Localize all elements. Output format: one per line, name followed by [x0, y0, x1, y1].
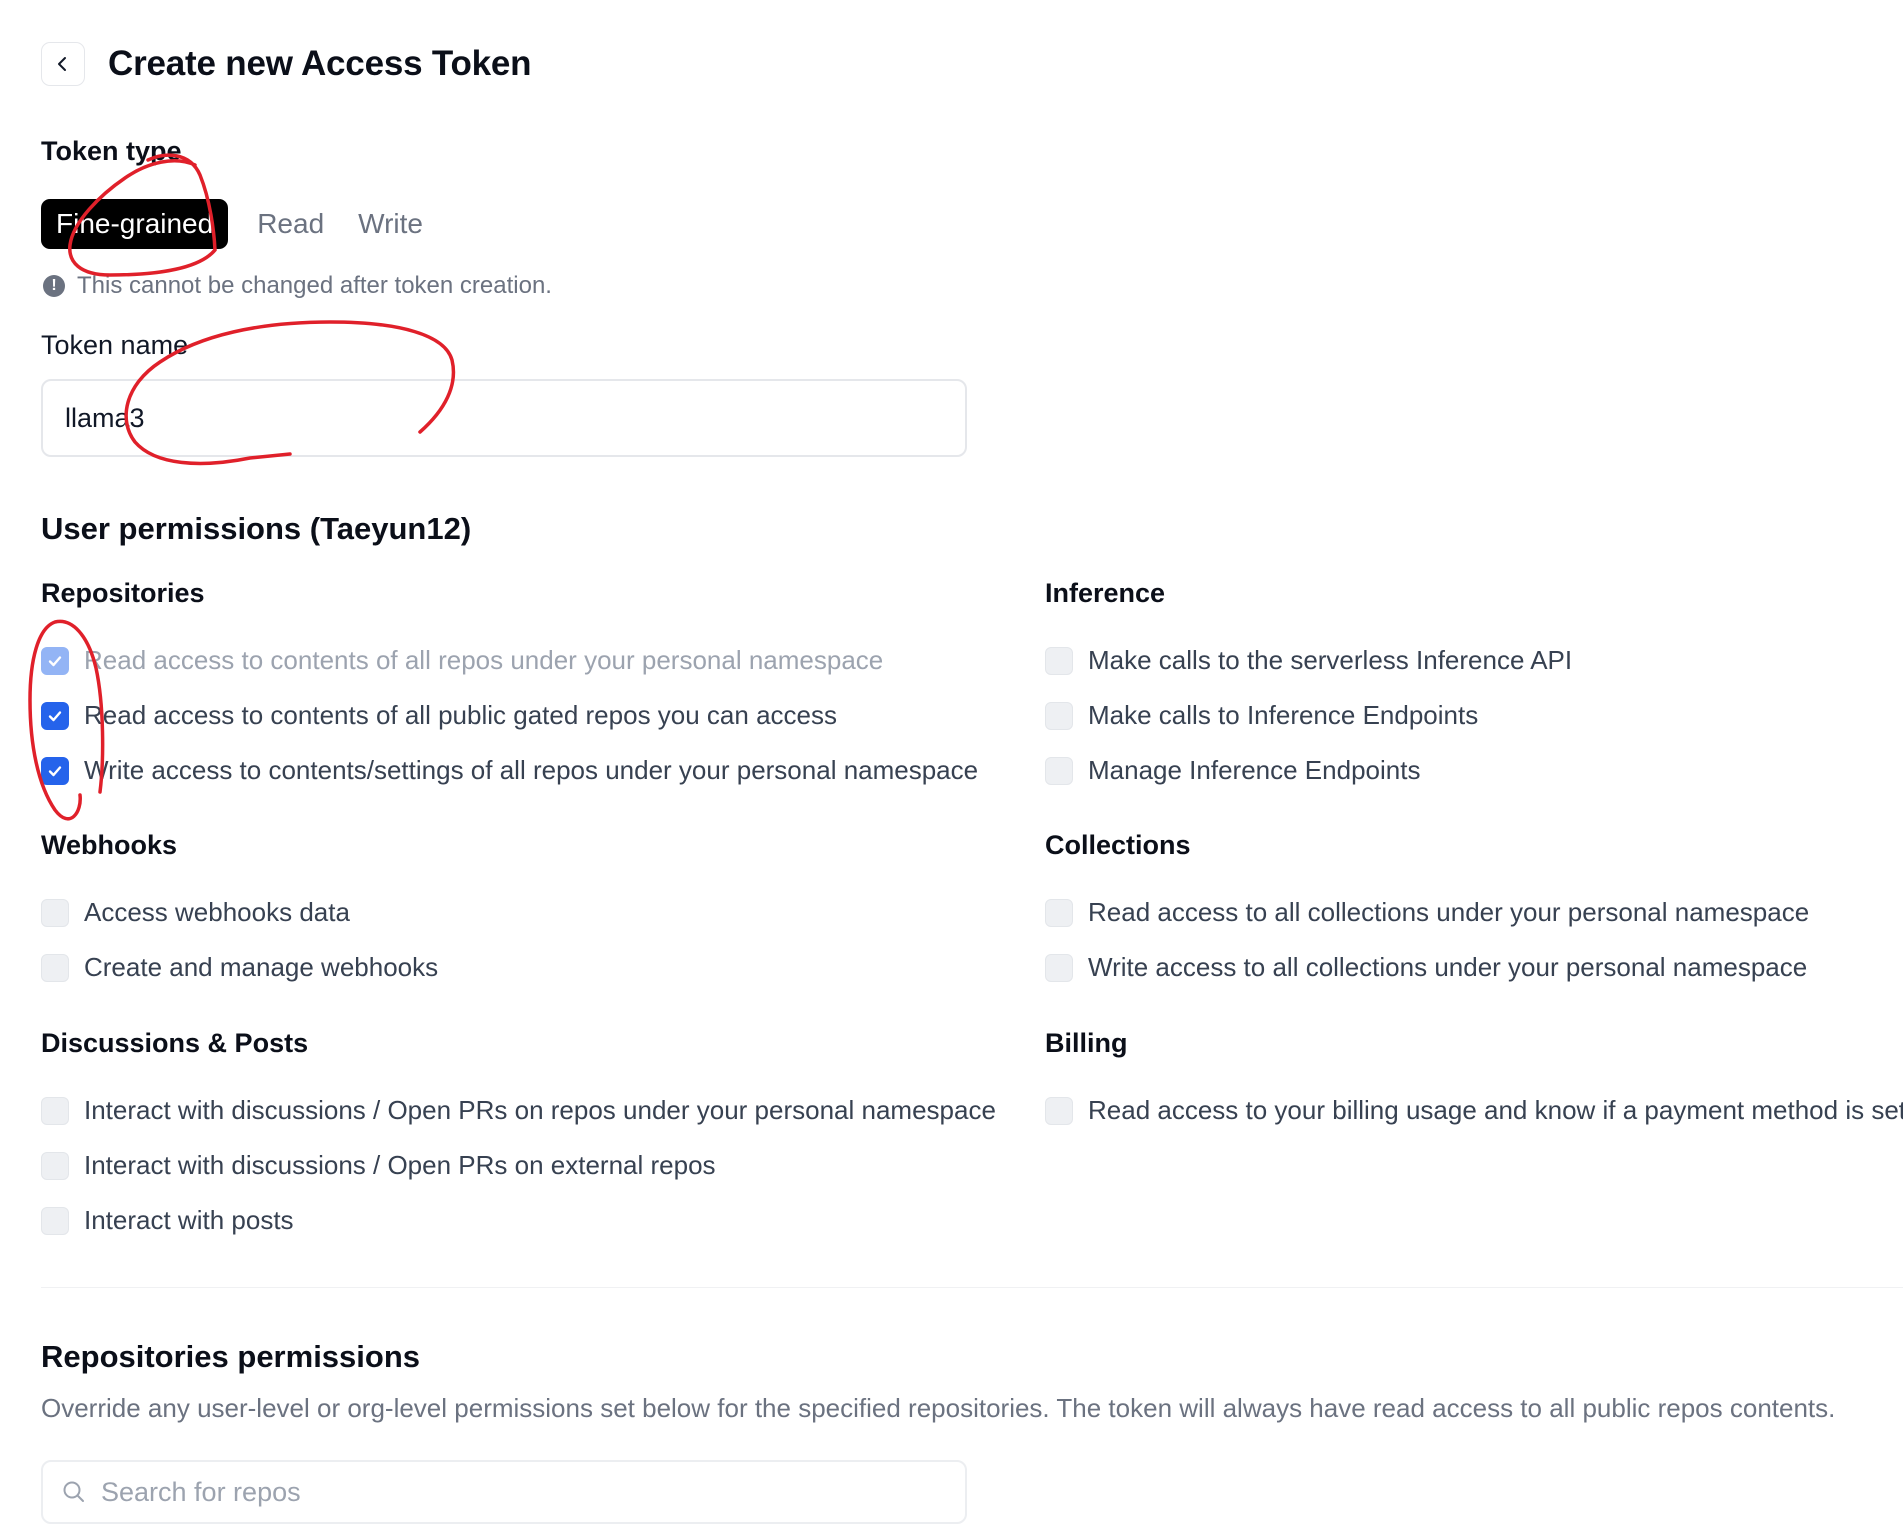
checkbox[interactable]: [41, 898, 69, 927]
perm-billing-read[interactable]: Read access to your billing usage and kn…: [1045, 1095, 1903, 1126]
perm-label: Create and manage webhooks: [84, 952, 439, 982]
repositories-group-title: Repositories: [41, 578, 205, 608]
perm-label: Access webhooks data: [84, 897, 350, 927]
perm-collections-read[interactable]: Read access to all collections under you…: [1045, 897, 1809, 928]
header: Create new Access Token: [41, 40, 532, 88]
page: Create new Access Token Token type Fine-…: [0, 0, 1903, 1530]
checkbox[interactable]: [41, 1206, 69, 1235]
checkbox[interactable]: [41, 1151, 69, 1180]
checkbox[interactable]: [41, 1096, 69, 1125]
check-icon: [48, 655, 62, 666]
search-icon: [63, 1481, 84, 1502]
repositories-permissions-description: Override any user-level or org-level per…: [41, 1393, 1836, 1423]
token-type-note-text: This cannot be changed after token creat…: [77, 272, 552, 299]
checkbox[interactable]: [41, 756, 69, 785]
checkbox[interactable]: [1045, 756, 1073, 785]
webhooks-group-title: Webhooks: [41, 830, 178, 860]
token-type-note: ! This cannot be changed after token cre…: [43, 272, 552, 300]
perm-repos-write[interactable]: Write access to contents/settings of all…: [41, 755, 978, 786]
checkbox[interactable]: [41, 646, 69, 675]
back-button[interactable]: [41, 42, 85, 86]
repo-search-input[interactable]: [101, 1476, 901, 1508]
perm-label: Interact with discussions / Open PRs on …: [84, 1150, 716, 1180]
user-permissions-title: User permissions (Taeyun12): [41, 511, 472, 546]
perm-inference-serverless[interactable]: Make calls to the serverless Inference A…: [1045, 645, 1572, 676]
exclamation-circle-icon: !: [43, 275, 65, 297]
repositories-permissions-title: Repositories permissions: [41, 1339, 421, 1374]
perm-discussions-external[interactable]: Interact with discussions / Open PRs on …: [41, 1150, 716, 1181]
perm-webhooks-manage[interactable]: Create and manage webhooks: [41, 952, 438, 983]
chevron-left-icon: [58, 57, 66, 71]
token-type-tabs: Fine-grained Read Write: [41, 199, 438, 249]
checkbox[interactable]: [1045, 646, 1073, 675]
perm-label: Manage Inference Endpoints: [1088, 755, 1421, 785]
perm-collections-write[interactable]: Write access to all collections under yo…: [1045, 952, 1807, 983]
repo-search-box[interactable]: [41, 1460, 967, 1524]
check-icon: [48, 765, 62, 776]
tab-fine-grained[interactable]: Fine-grained: [41, 199, 229, 249]
perm-repos-read-personal[interactable]: Read access to contents of all repos und…: [41, 645, 883, 676]
check-icon: [48, 710, 62, 721]
token-name-label: Token name: [41, 330, 189, 360]
checkbox[interactable]: [1045, 898, 1073, 927]
checkbox[interactable]: [1045, 953, 1073, 982]
tab-write[interactable]: Write: [343, 199, 438, 249]
perm-webhooks-access[interactable]: Access webhooks data: [41, 897, 350, 928]
perm-label: Read access to contents of all public ga…: [84, 700, 837, 730]
perm-label: Make calls to Inference Endpoints: [1088, 700, 1479, 730]
checkbox[interactable]: [41, 701, 69, 730]
perm-label: Make calls to the serverless Inference A…: [1088, 645, 1573, 675]
perm-posts[interactable]: Interact with posts: [41, 1205, 294, 1236]
inference-group-title: Inference: [1045, 578, 1166, 608]
perm-discussions-personal[interactable]: Interact with discussions / Open PRs on …: [41, 1095, 996, 1126]
perm-label: Write access to contents/settings of all…: [84, 755, 979, 785]
perm-label: Interact with discussions / Open PRs on …: [84, 1095, 996, 1125]
page-title: Create new Access Token: [108, 44, 532, 83]
billing-group-title: Billing: [1045, 1028, 1128, 1058]
checkbox[interactable]: [41, 953, 69, 982]
checkbox[interactable]: [1045, 701, 1073, 730]
tab-read[interactable]: Read: [242, 199, 339, 249]
discussions-group-title: Discussions & Posts: [41, 1028, 309, 1058]
checkbox[interactable]: [1045, 1096, 1073, 1125]
perm-label: Interact with posts: [84, 1205, 294, 1235]
perm-label: Write access to all collections under yo…: [1088, 952, 1808, 982]
collections-group-title: Collections: [1045, 830, 1191, 860]
perm-repos-read-gated[interactable]: Read access to contents of all public ga…: [41, 700, 837, 731]
token-name-input[interactable]: llama3: [41, 379, 967, 457]
perm-inference-manage[interactable]: Manage Inference Endpoints: [1045, 755, 1420, 786]
section-divider: [41, 1287, 1903, 1288]
perm-inference-endpoints[interactable]: Make calls to Inference Endpoints: [1045, 700, 1478, 731]
perm-label: Read access to your billing usage and kn…: [1088, 1095, 1903, 1125]
token-type-label: Token type: [41, 136, 182, 166]
perm-label: Read access to all collections under you…: [1088, 897, 1810, 927]
perm-label: Read access to contents of all repos und…: [84, 645, 884, 675]
